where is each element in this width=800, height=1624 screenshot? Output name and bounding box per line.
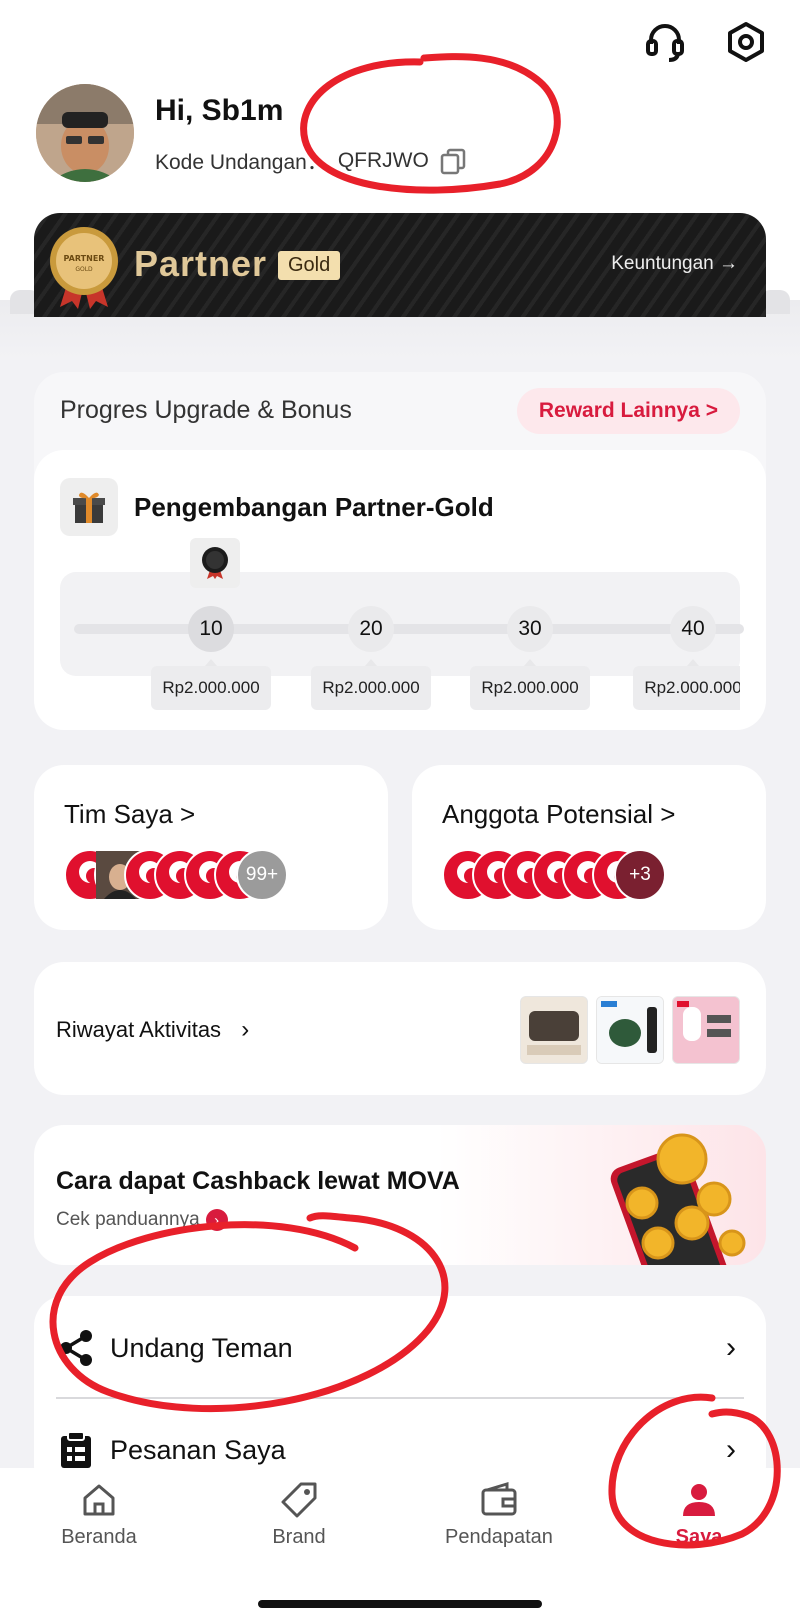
my-team-card[interactable]: Tim Saya > 99+ xyxy=(34,765,388,930)
medal-text-top: PARTNER xyxy=(64,254,105,263)
development-title: Pengembangan Partner-Gold xyxy=(134,492,494,522)
tab-brand-label: Brand xyxy=(272,1526,326,1548)
chevron-right-icon: › xyxy=(241,1016,250,1043)
step-level: 30 xyxy=(507,606,553,652)
home-icon xyxy=(83,1484,115,1516)
gift-icon xyxy=(73,492,105,523)
cashback-title: Cara dapat Cashback lewat MOVA xyxy=(56,1167,460,1195)
phone-coins-illustration xyxy=(610,1133,746,1265)
step-amount: Rp2.000.000 xyxy=(633,666,740,710)
tag-icon xyxy=(281,1482,317,1518)
step-pointer xyxy=(365,659,377,666)
activity-thumbnail xyxy=(672,996,740,1064)
arrow-right-icon: › xyxy=(205,1209,228,1231)
invite-code-value: QFRJWO xyxy=(337,149,429,172)
step-level: 10 xyxy=(188,606,234,652)
partner-medal-icon: PARTNER GOLD xyxy=(50,227,118,309)
reward-more-button[interactable]: Reward Lainnya > xyxy=(516,388,740,434)
step-level: 20 xyxy=(348,606,394,652)
step-pointer xyxy=(524,659,536,666)
chevron-right-icon: › xyxy=(726,1433,736,1466)
clipboard-icon xyxy=(61,1431,91,1468)
tier-badge: Gold xyxy=(278,251,341,280)
chevron-right-icon: › xyxy=(726,1331,736,1364)
profile-photo xyxy=(36,84,134,182)
activity-history-title: Riwayat Aktivitas › xyxy=(56,1016,249,1044)
settings-button[interactable] xyxy=(722,18,770,66)
activity-thumbnail xyxy=(520,996,588,1064)
divider xyxy=(56,1397,744,1399)
customer-service-button[interactable] xyxy=(641,18,689,66)
step-pointer xyxy=(205,659,217,666)
avatar[interactable] xyxy=(36,84,134,182)
cashback-subtitle: Cek panduannya xyxy=(56,1209,200,1230)
menu-list-card: Undang Teman › Pesanan Saya › xyxy=(34,1296,766,1496)
partner-banner[interactable]: PARTNER GOLD Partner Gold Keuntungan → xyxy=(34,213,766,317)
progress-title: Progres Upgrade & Bonus xyxy=(60,396,352,424)
cashback-guide-banner[interactable]: Cara dapat Cashback lewat MOVA Cek pandu… xyxy=(34,1125,766,1265)
benefits-link[interactable]: Keuntungan → xyxy=(611,253,738,275)
activity-history-label: Riwayat Aktivitas xyxy=(56,1017,222,1042)
potential-count-badge: +3 xyxy=(614,849,666,901)
gift-icon-box xyxy=(60,478,118,536)
invite-code-row: Kode Undangan： QFRJWO xyxy=(155,146,467,176)
tab-home-label: Beranda xyxy=(61,1526,137,1548)
step-amount: Rp2.000.000 xyxy=(470,666,590,710)
headset-icon xyxy=(646,24,684,62)
greeting: Hi, Sb1m xyxy=(155,94,284,127)
share-icon xyxy=(60,1330,92,1366)
step-level: 40 xyxy=(670,606,716,652)
medal-text-bottom: GOLD xyxy=(75,266,93,273)
activity-thumbnail xyxy=(596,996,664,1064)
product-image xyxy=(673,997,739,1063)
invite-code-label: Kode Undangan： xyxy=(155,151,328,174)
my-team-title: Tim Saya > xyxy=(64,799,196,829)
person-icon xyxy=(683,1484,715,1516)
tab-brand[interactable]: Brand xyxy=(214,1478,384,1549)
tab-home[interactable]: Beranda xyxy=(14,1478,184,1549)
tab-profile[interactable]: Saya xyxy=(614,1478,784,1549)
potential-members-title: Anggota Potensial > xyxy=(442,799,676,829)
my-orders-label: Pesanan Saya xyxy=(110,1434,286,1465)
invite-friends-label: Undang Teman xyxy=(110,1332,293,1363)
step-pointer xyxy=(687,659,699,666)
step-amount: Rp2.000.000 xyxy=(311,666,431,710)
home-indicator xyxy=(258,1600,542,1608)
progress-card: Progres Upgrade & Bonus Reward Lainnya >… xyxy=(34,372,766,730)
progress-steps: 10 Rp2.000.000 20 Rp2.000.000 30 Rp2.000… xyxy=(60,570,740,730)
step-amount: Rp2.000.000 xyxy=(151,666,271,710)
cashback-subtitle-row: Cek panduannya › xyxy=(56,1209,228,1231)
tab-profile-label: Saya xyxy=(675,1526,723,1548)
tab-earnings[interactable]: Pendapatan xyxy=(414,1478,584,1549)
product-image xyxy=(597,997,663,1063)
partner-development-card: Pengembangan Partner-Gold 10 Rp2.000.000… xyxy=(34,450,766,730)
partner-title: Partner xyxy=(134,243,268,284)
copy-icon[interactable] xyxy=(439,147,467,175)
product-image xyxy=(521,997,587,1063)
team-count-badge: 99+ xyxy=(236,849,288,901)
gear-icon xyxy=(728,22,764,62)
tab-earnings-label: Pendapatan xyxy=(445,1526,553,1548)
wallet-icon xyxy=(481,1481,517,1516)
invite-friends-row[interactable]: Undang Teman › xyxy=(56,1318,744,1378)
potential-members-card[interactable]: Anggota Potensial > +3 xyxy=(412,765,766,930)
activity-history-card[interactable]: Riwayat Aktivitas › xyxy=(34,962,766,1095)
